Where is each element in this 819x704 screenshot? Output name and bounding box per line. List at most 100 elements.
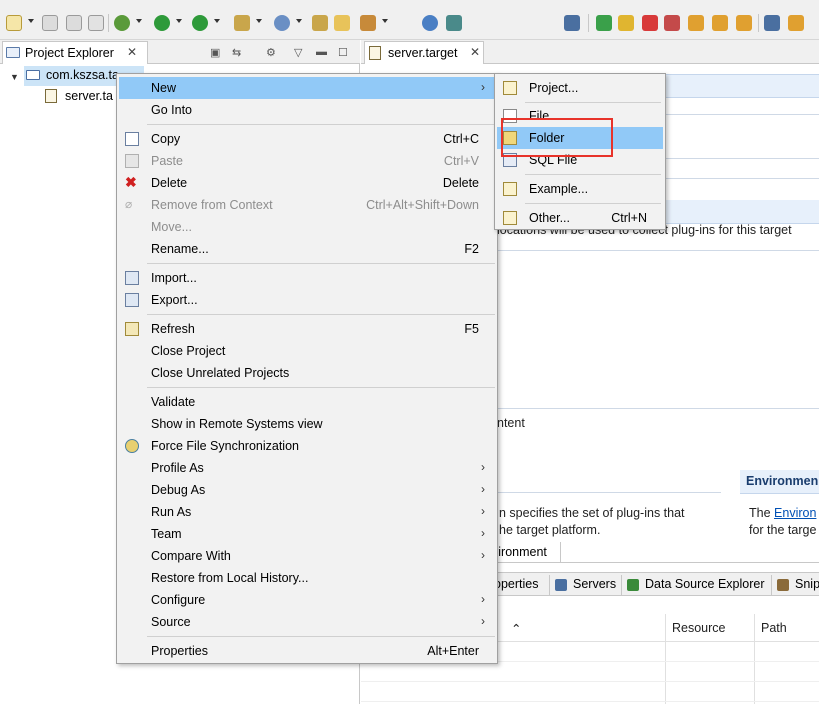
debug-icon[interactable] — [114, 15, 130, 31]
menu-item-go-into[interactable]: Go Into — [119, 99, 495, 121]
open-folder-icon[interactable] — [334, 15, 350, 31]
menu-item-compare-with[interactable]: Compare With › — [119, 545, 495, 567]
menu-item-label: Restore from Local History... — [151, 571, 309, 585]
menu-item-force-file-sync[interactable]: Force File Synchronization — [119, 435, 495, 457]
drop-to-frame-icon[interactable] — [764, 15, 780, 31]
save-icon[interactable] — [42, 15, 58, 31]
step-return-icon[interactable] — [736, 15, 752, 31]
menu-item-label: Go Into — [151, 103, 192, 117]
new-server-icon[interactable] — [274, 15, 290, 31]
open-type-icon[interactable] — [312, 15, 328, 31]
chevron-down-icon[interactable] — [176, 19, 182, 23]
menu-item-move[interactable]: Move... — [119, 216, 495, 238]
step-into-icon[interactable] — [688, 15, 704, 31]
resume-icon[interactable] — [596, 15, 612, 31]
menu-item-restore-local-history[interactable]: Restore from Local History... — [119, 567, 495, 589]
disconnect-icon[interactable] — [564, 15, 580, 31]
chevron-down-icon[interactable] — [382, 19, 388, 23]
submenu-item-project[interactable]: Project... — [497, 77, 663, 99]
content-description-line2: he target platform. — [499, 523, 601, 537]
menu-item-team[interactable]: Team › — [119, 523, 495, 545]
expand-arrow-icon[interactable]: ▼ — [10, 72, 19, 82]
link-editor-icon[interactable]: ⇆ — [232, 46, 241, 59]
menu-item-new[interactable]: New › — [119, 77, 495, 99]
chevron-down-icon[interactable] — [28, 19, 34, 23]
menu-item-remove-from-context[interactable]: ⌀ Remove from Context Ctrl+Alt+Shift+Dow… — [119, 194, 495, 216]
menu-item-paste[interactable]: Paste Ctrl+V — [119, 150, 495, 172]
menu-item-copy[interactable]: Copy Ctrl+C — [119, 128, 495, 150]
menu-item-export[interactable]: Export... — [119, 289, 495, 311]
chevron-down-icon[interactable] — [136, 19, 142, 23]
menu-item-source[interactable]: Source › — [119, 611, 495, 633]
tree-item-file[interactable]: server.ta — [44, 87, 124, 107]
menu-item-debug-as[interactable]: Debug As › — [119, 479, 495, 501]
submenu-item-other[interactable]: Other... Ctrl+N — [497, 207, 663, 229]
menu-item-label: Source — [151, 615, 191, 629]
menu-item-shortcut: Ctrl+V — [443, 154, 479, 168]
search-icon[interactable] — [360, 15, 376, 31]
menu-item-delete[interactable]: ✖ Delete Delete — [119, 172, 495, 194]
minimize-icon[interactable]: ▬ — [316, 46, 327, 58]
menu-item-rename[interactable]: Rename... F2 — [119, 238, 495, 260]
menu-separator — [147, 387, 495, 388]
run-icon[interactable] — [154, 15, 170, 31]
new-java-project-icon[interactable] — [234, 15, 250, 31]
menu-item-label: Delete — [151, 176, 188, 190]
close-icon[interactable]: ✕ — [470, 45, 480, 59]
maximize-icon[interactable]: ☐ — [338, 46, 348, 59]
print-icon[interactable] — [88, 15, 104, 31]
suspend-icon[interactable] — [618, 15, 634, 31]
table-row[interactable] — [361, 682, 819, 702]
menu-item-properties[interactable]: Properties Alt+Enter — [119, 640, 495, 662]
menu-item-label: Export... — [151, 293, 198, 307]
tab-servers[interactable]: Servers — [573, 577, 616, 591]
project-explorer-tab[interactable]: Project Explorer ✕ — [2, 41, 148, 64]
menu-item-shortcut: F2 — [464, 242, 479, 256]
chevron-right-icon: › — [481, 526, 485, 540]
menu-item-import[interactable]: Import... — [119, 267, 495, 289]
save-all-icon[interactable] — [66, 15, 82, 31]
tab-properties[interactable]: operties — [494, 577, 538, 591]
menu-item-validate[interactable]: Validate — [119, 391, 495, 413]
tab-data-source-explorer[interactable]: Data Source Explorer — [645, 577, 765, 591]
column-header-resource[interactable]: Resource — [672, 621, 726, 635]
table-row[interactable] — [361, 662, 819, 682]
connect-icon[interactable] — [446, 15, 462, 31]
menu-item-close-project[interactable]: Close Project — [119, 340, 495, 362]
disconnect-debug-icon[interactable] — [664, 15, 680, 31]
step-over-icon[interactable] — [712, 15, 728, 31]
chevron-down-icon[interactable] — [214, 19, 220, 23]
menu-item-shortcut: Delete — [442, 176, 479, 190]
close-icon[interactable]: ✕ — [127, 45, 137, 59]
use-step-filters-icon[interactable] — [788, 15, 804, 31]
chevron-down-icon[interactable] — [256, 19, 262, 23]
collapse-all-icon[interactable]: ▣ — [210, 46, 220, 59]
filter-icon[interactable]: ⚙ — [266, 46, 276, 59]
menu-item-show-in-remote-systems[interactable]: Show in Remote Systems view — [119, 413, 495, 435]
submenu-item-example[interactable]: Example... — [497, 178, 663, 200]
run-config-icon[interactable] — [192, 15, 208, 31]
terminate-icon[interactable] — [642, 15, 658, 31]
menu-item-profile-as[interactable]: Profile As › — [119, 457, 495, 479]
view-menu-icon[interactable]: ▽ — [294, 46, 302, 59]
globe-icon[interactable] — [422, 15, 438, 31]
tab-snippets[interactable]: Snip — [795, 577, 819, 591]
menu-item-run-as[interactable]: Run As › — [119, 501, 495, 523]
submenu-item-label: Other... — [529, 211, 570, 225]
chevron-down-icon[interactable] — [296, 19, 302, 23]
menu-item-label: Properties — [151, 644, 208, 658]
menu-item-refresh[interactable]: Refresh F5 — [119, 318, 495, 340]
new-icon[interactable] — [6, 15, 22, 31]
sort-arrow-icon[interactable]: ⌃ — [511, 621, 521, 636]
menu-item-label: Close Unrelated Projects — [151, 366, 290, 380]
editor-tabbar: server.target ✕ — [361, 40, 819, 64]
menu-item-label: Compare With — [151, 549, 231, 563]
chevron-right-icon: › — [481, 504, 485, 518]
toolbar-separator — [588, 14, 589, 32]
menu-item-configure[interactable]: Configure › — [119, 589, 495, 611]
menu-item-label: Copy — [151, 132, 181, 146]
editor-tab-server-target[interactable]: server.target ✕ — [364, 41, 484, 64]
environment-link[interactable]: Environ — [774, 506, 816, 520]
menu-item-close-unrelated-projects[interactable]: Close Unrelated Projects — [119, 362, 495, 384]
column-header-path[interactable]: Path — [761, 621, 787, 635]
